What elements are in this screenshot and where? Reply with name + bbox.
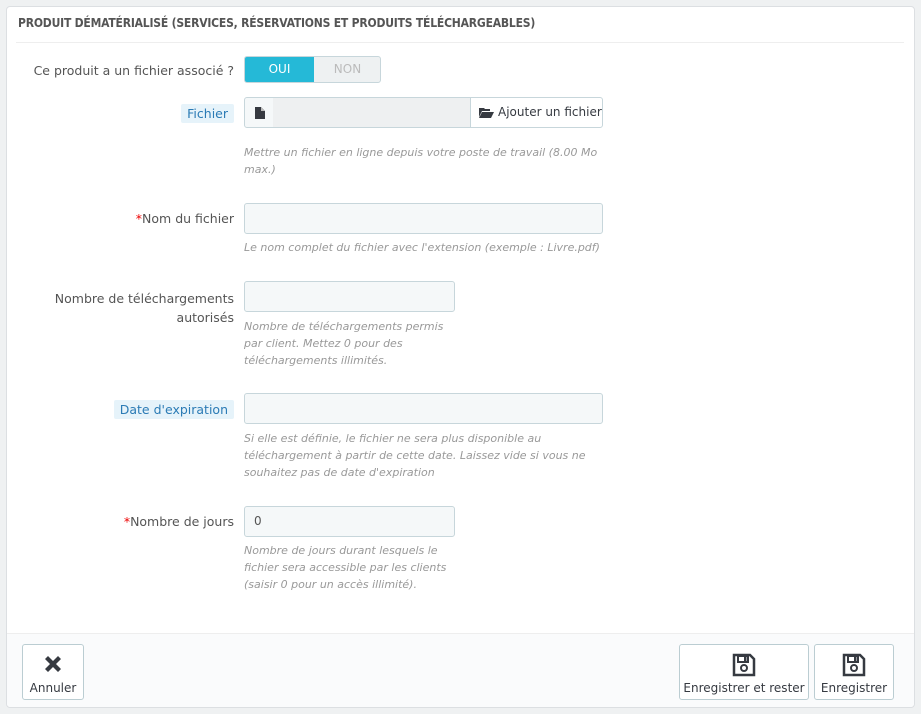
downloads-label: Nombre de téléchargements autorisés [54, 291, 234, 325]
switch-no-option[interactable]: NON [314, 57, 380, 82]
add-file-button-label: Ajouter un fichier [498, 105, 602, 119]
file-name-input[interactable] [244, 203, 603, 234]
floppy-disk-icon [842, 653, 866, 677]
panel-title: PRODUIT DÉMATÉRIALISÉ (SERVICES, RÉSERVA… [18, 16, 536, 30]
file-name-help: Le nom complet du fichier avec l'extensi… [244, 241, 600, 254]
expiration-date-input[interactable] [244, 393, 603, 424]
save-button[interactable]: Enregistrer [814, 644, 894, 700]
has-file-label: Ce produit a un fichier associé ? [33, 63, 234, 78]
file-name-label: *Nom du fichier [136, 211, 234, 226]
file-name-display[interactable] [273, 97, 471, 128]
file-help: Mettre un fichier en ligne depuis votre … [244, 146, 598, 176]
days-input[interactable]: 0 [244, 506, 455, 537]
file-label: Fichier [181, 104, 234, 123]
has-file-switch[interactable]: OUI NON [244, 56, 381, 83]
expiration-label: Date d'expiration [113, 400, 234, 419]
cancel-button[interactable]: Annuler [22, 644, 84, 700]
downloads-input[interactable] [244, 281, 455, 312]
save-button-label: Enregistrer [820, 681, 888, 695]
file-upload-group: Ajouter un fichier [244, 97, 603, 128]
close-icon [45, 656, 61, 672]
days-help: Nombre de jours durant lesquels le fichi… [244, 544, 447, 591]
panel-heading: PRODUIT DÉMATÉRIALISÉ (SERVICES, RÉSERVA… [16, 15, 904, 43]
file-icon [255, 107, 265, 119]
add-file-button[interactable]: Ajouter un fichier [470, 97, 603, 128]
downloads-help: Nombre de téléchargements permis par cli… [244, 320, 444, 367]
file-name-label-text: Nom du fichier [142, 211, 234, 226]
days-label-text: Nombre de jours [130, 514, 234, 529]
folder-open-icon [479, 108, 494, 118]
expiration-help: Si elle est définie, le fichier ne sera … [244, 432, 586, 479]
switch-yes-option[interactable]: OUI [245, 57, 314, 82]
days-label: *Nombre de jours [124, 514, 234, 529]
file-icon-box [244, 97, 274, 128]
save-and-stay-button[interactable]: Enregistrer et rester [679, 644, 809, 700]
save-and-stay-button-label: Enregistrer et rester [683, 681, 805, 695]
cancel-button-label: Annuler [29, 681, 77, 695]
floppy-disk-icon [732, 653, 756, 677]
